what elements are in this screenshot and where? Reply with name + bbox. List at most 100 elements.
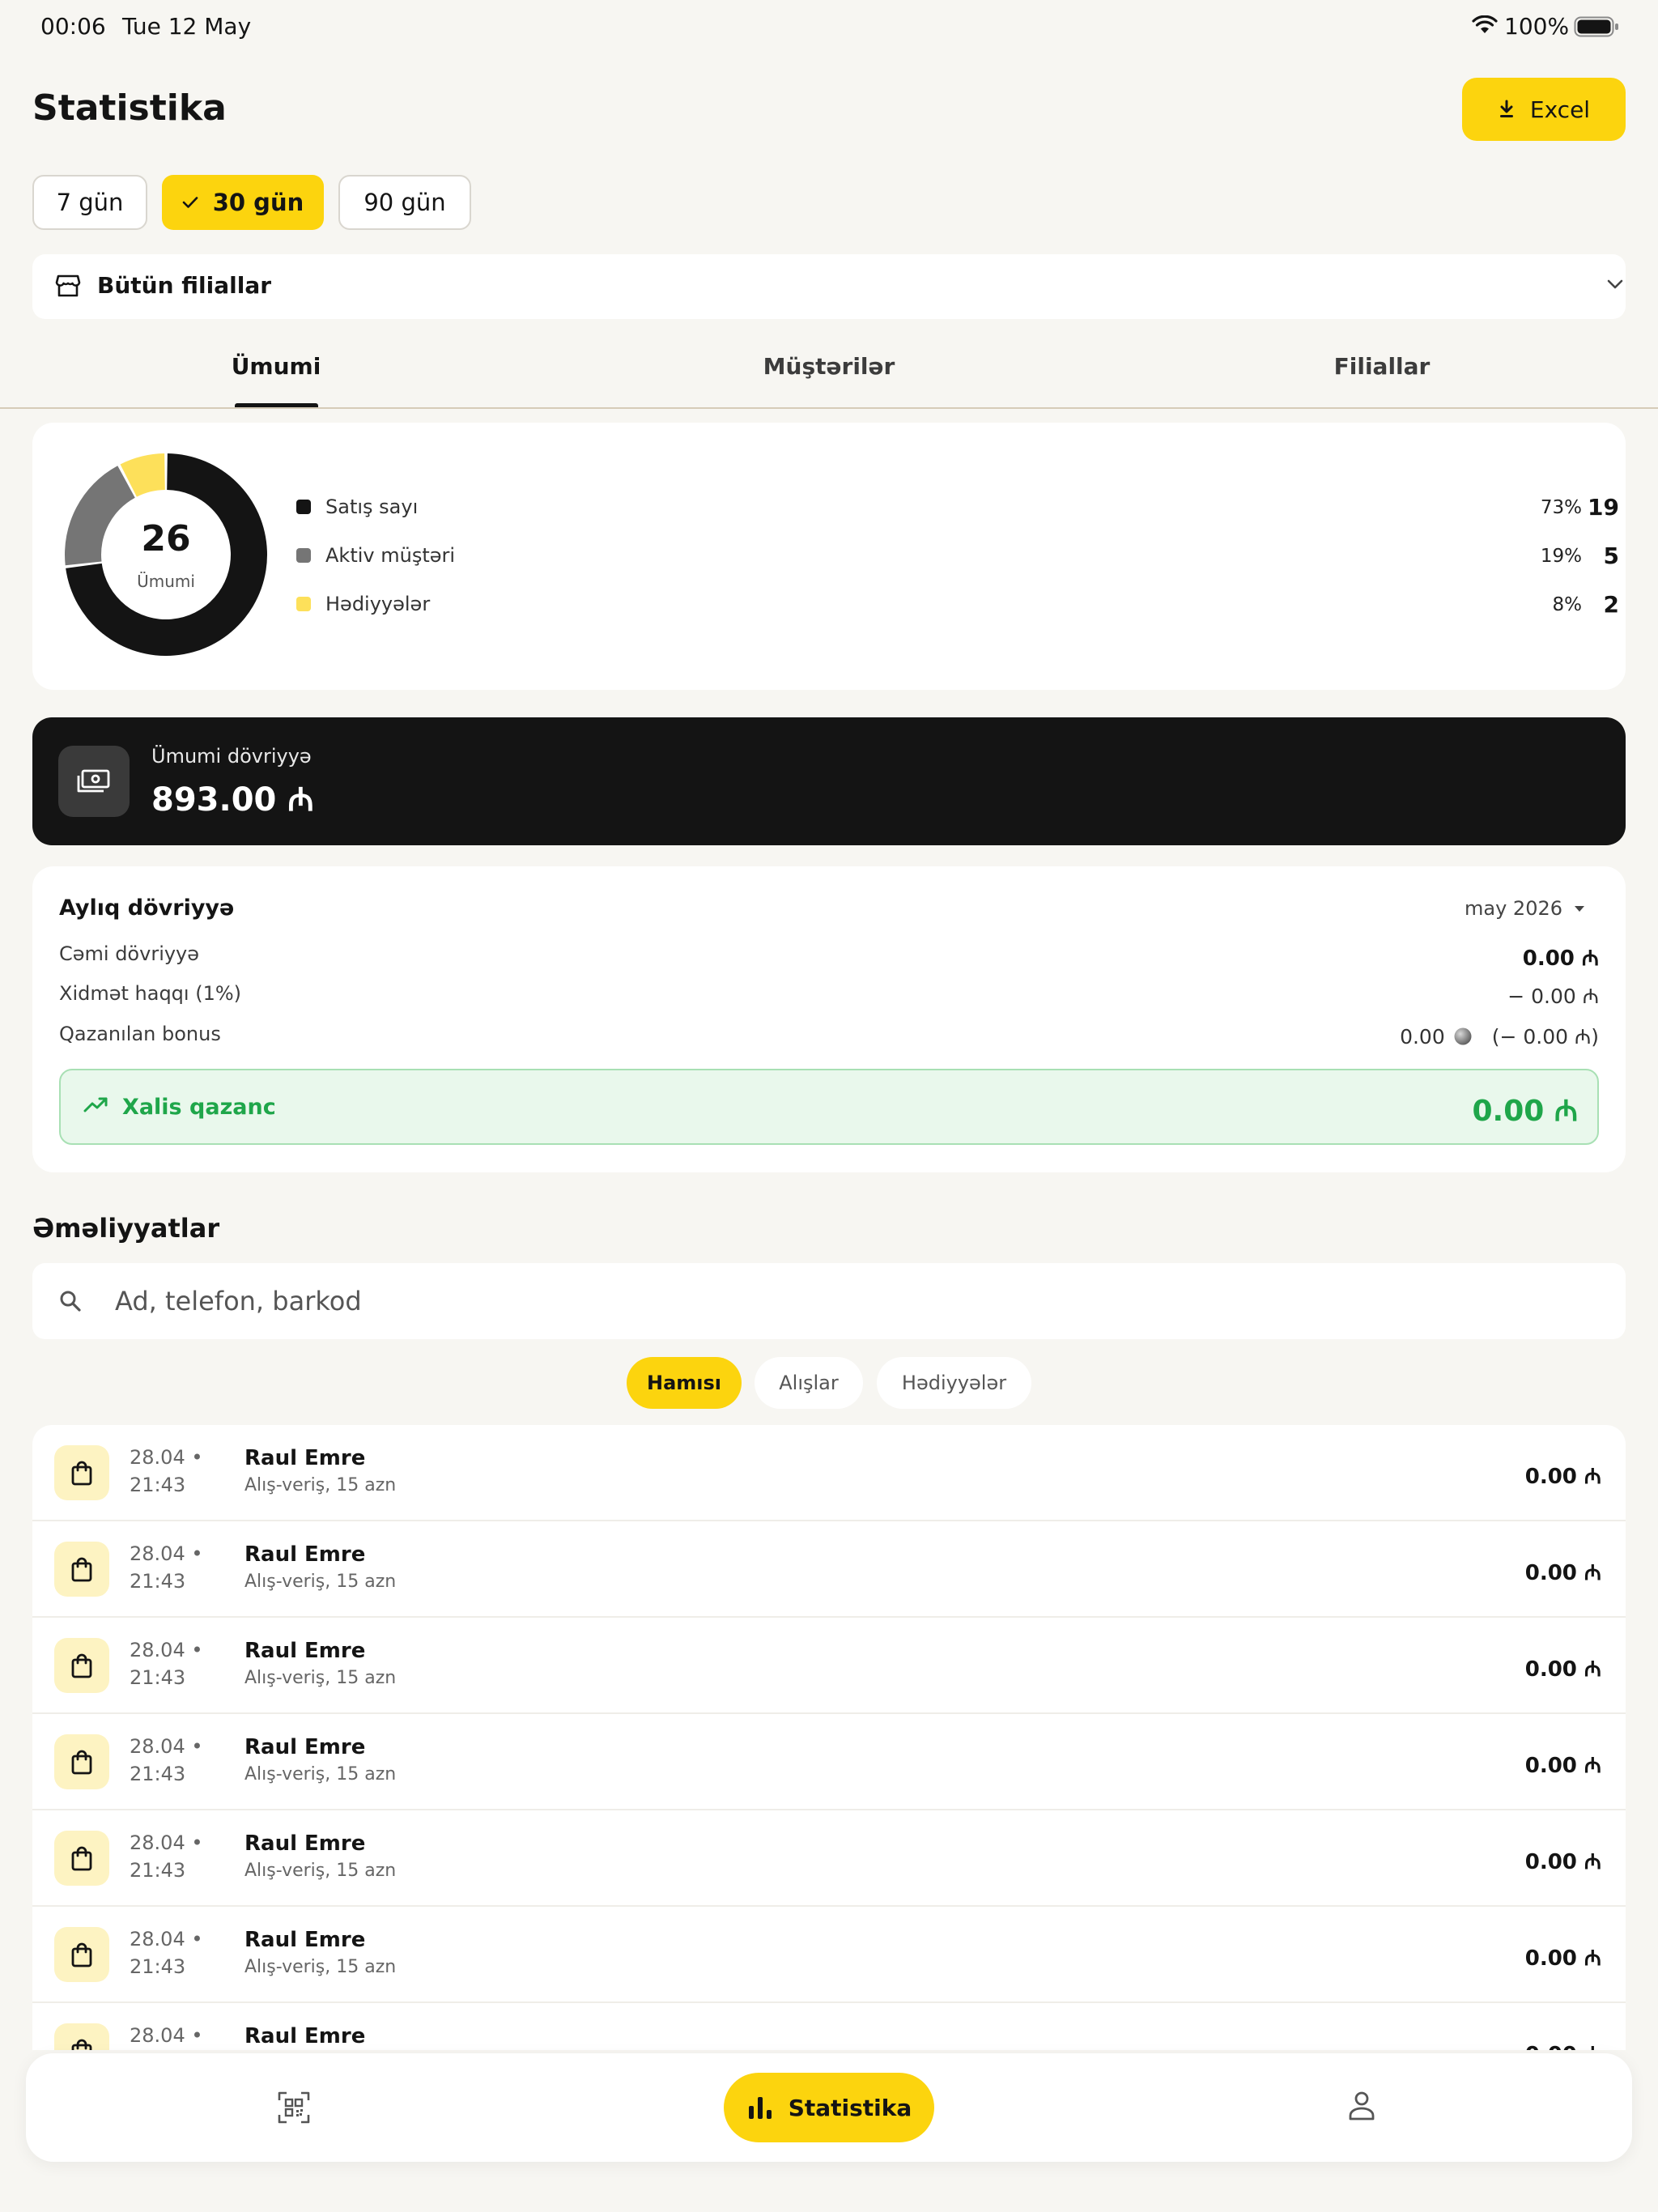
transaction-date: 28.04 • — [130, 1928, 203, 1950]
legend-dot — [296, 500, 311, 514]
filter-chip-purchases[interactable]: Alışlar — [755, 1357, 863, 1409]
period-label: 30 gün — [212, 189, 304, 216]
period-90-days[interactable]: 90 gün — [338, 175, 471, 230]
transaction-time: 21:43 — [130, 1474, 186, 1496]
legend-row-active-customers: Aktiv müştəri 19% 5 — [296, 539, 1630, 572]
turnover-value: 893.00 ₼ — [151, 781, 314, 819]
transaction-date: 28.04 • — [130, 1446, 203, 1469]
search-bar[interactable] — [32, 1263, 1626, 1339]
excel-export-button[interactable]: Excel — [1462, 78, 1626, 141]
legend-percent: 19% — [1540, 546, 1582, 567]
battery-icon — [1574, 16, 1619, 37]
tab-customers[interactable]: Müştərilər — [763, 353, 895, 380]
qr-scan-icon[interactable] — [277, 2091, 311, 2125]
earned-bonus-label: Qazanılan bonus — [59, 1023, 221, 1045]
tab-branches[interactable]: Filiallar — [1334, 353, 1431, 380]
legend-value: 5 — [1603, 542, 1619, 569]
download-icon — [1498, 100, 1516, 119]
donut-total-label: Ümumi — [137, 572, 195, 591]
transaction-row[interactable]: 28.04 •21:43Raul EmreAlış-veriş, 15 azn0… — [32, 1810, 1626, 1907]
net-profit-label: Xalis qazanc — [122, 1095, 276, 1120]
filter-label: Hədiyyələr — [901, 1372, 1007, 1394]
filter-chip-all[interactable]: Hamısı — [627, 1357, 742, 1409]
bottom-nav: Statistika — [26, 2053, 1632, 2162]
transaction-time: 21:43 — [130, 1763, 186, 1785]
shopping-bag-icon — [54, 1927, 109, 1982]
transaction-amount: 0.00 ₼ — [1524, 1465, 1601, 1489]
filter-label: Hamısı — [646, 1372, 722, 1394]
total-turnover-label: Cəmi dövriyyə — [59, 942, 200, 965]
caret-down-icon — [1574, 904, 1585, 912]
shopping-bag-icon — [54, 1638, 109, 1693]
period-label: 90 gün — [363, 189, 446, 216]
transaction-description: Alış-veriş, 15 azn — [244, 1861, 397, 1881]
status-bar: 00:06 Tue 12 May 100% — [0, 0, 1658, 52]
transaction-date: 28.04 • — [130, 1831, 203, 1854]
person-icon[interactable] — [1347, 2091, 1376, 2121]
period-label: 7 gün — [56, 189, 124, 216]
turnover-label: Ümumi dövriyyə — [151, 745, 312, 768]
legend-percent: 73% — [1540, 497, 1582, 518]
transaction-row[interactable]: 28.04 •21:43Raul EmreAlış-veriş, 15 azn0… — [32, 1425, 1626, 1521]
net-profit-value: 0.00 ₼ — [1472, 1095, 1578, 1128]
transaction-description: Alış-veriş, 15 azn — [244, 1764, 397, 1784]
transaction-row[interactable]: 28.04 •21:43Raul EmreAlış-veriş, 15 azn0… — [32, 1618, 1626, 1714]
battery-percent: 100% — [1504, 13, 1570, 40]
store-icon — [55, 274, 81, 298]
month-label: may 2026 — [1465, 897, 1562, 920]
earned-bonus-value: 0.00 (− 0.00 ₼) — [1400, 1023, 1599, 1050]
service-fee-label: Xidmət haqqı (1%) — [59, 982, 242, 1005]
transaction-amount: 0.00 ₼ — [1524, 1561, 1601, 1585]
tab-general[interactable]: Ümumi — [232, 353, 321, 380]
transaction-customer: Raul Emre — [244, 1928, 366, 1952]
transaction-date: 28.04 • — [130, 1542, 203, 1565]
bar-chart-icon — [746, 2095, 774, 2121]
month-select[interactable]: may 2026 — [1465, 897, 1585, 920]
transaction-amount: 0.00 ₼ — [1525, 2039, 1601, 2050]
legend-row-gifts: Hədiyyələr 8% 2 — [296, 588, 1630, 620]
period-30-days[interactable]: 30 gün — [162, 175, 324, 230]
nav-statistics-button[interactable]: Statistika — [724, 2073, 934, 2142]
filter-label: Alışlar — [779, 1372, 839, 1394]
transaction-description: Alış-veriş, 15 azn — [244, 1668, 397, 1688]
transaction-time: 21:43 — [130, 1859, 186, 1882]
transaction-customer: Raul Emre — [244, 1831, 366, 1856]
shopping-bag-icon — [54, 1831, 109, 1886]
bonus-amount: 0.00 — [1400, 1024, 1445, 1049]
transaction-customer: Raul Emre — [244, 1639, 366, 1663]
transaction-row[interactable]: 28.04 •21:43Raul EmreAlış-veriş, 15 azn0… — [32, 1714, 1626, 1810]
monthly-turnover-card: Aylıq dövriyyə may 2026 Cəmi dövriyyə 0.… — [32, 866, 1626, 1172]
shopping-bag-icon — [54, 1542, 109, 1597]
transaction-date: 28.04 • — [130, 1639, 203, 1661]
summary-card: 26 Ümumi Satış sayı 73% 19 Aktiv müştəri… — [32, 423, 1626, 690]
net-profit-box: Xalis qazanc 0.00 ₼ — [59, 1069, 1599, 1145]
transaction-date: 28.04 • — [130, 2024, 203, 2047]
excel-label: Excel — [1529, 96, 1591, 123]
shopping-bag-icon — [54, 1734, 109, 1789]
legend-value: 19 — [1588, 494, 1619, 521]
search-input[interactable] — [115, 1263, 1572, 1339]
service-fee-value: − 0.00 ₼ — [1507, 985, 1599, 1008]
transaction-customer: Raul Emre — [244, 1542, 366, 1567]
filter-chip-gifts[interactable]: Hədiyyələr — [877, 1357, 1031, 1409]
transaction-amount: 0.00 ₼ — [1524, 1754, 1601, 1778]
legend-label: Satış sayı — [325, 496, 419, 518]
transaction-row[interactable]: 28.04 •21:43Raul EmreAlış-veriş, 15 azn0… — [32, 1907, 1626, 2003]
monthly-title: Aylıq dövriyyə — [59, 895, 235, 921]
transaction-date: 28.04 • — [130, 1735, 203, 1758]
shopping-bag-icon — [54, 1445, 109, 1500]
transaction-row[interactable]: 28.04 •21:43Raul EmreAlış-veriş, 15 azn0… — [32, 1521, 1626, 1618]
legend-dot — [296, 548, 311, 563]
transaction-description: Alış-veriş, 15 azn — [244, 1475, 397, 1495]
transactions-list: 28.04 • 21:43 Raul Emre Alış-veriş, 15 azn 0… — [32, 1425, 1626, 2050]
transaction-time: 21:43 — [130, 1666, 186, 1689]
transaction-time: 21:43 — [130, 1955, 186, 1978]
branch-select[interactable]: Bütün filiallar — [32, 254, 1626, 319]
legend-label: Aktiv müştəri — [325, 544, 456, 567]
status-date: Tue 12 May — [122, 13, 252, 40]
period-7-days[interactable]: 7 gün — [32, 175, 147, 230]
chevron-down-icon — [1606, 279, 1624, 290]
nav-statistics-label: Statistika — [788, 2094, 912, 2121]
transaction-row[interactable]: 28.04 •21:43Raul EmreAlış-veriş, 15 azn0… — [32, 2003, 1626, 2050]
legend-percent: 8% — [1552, 594, 1583, 615]
